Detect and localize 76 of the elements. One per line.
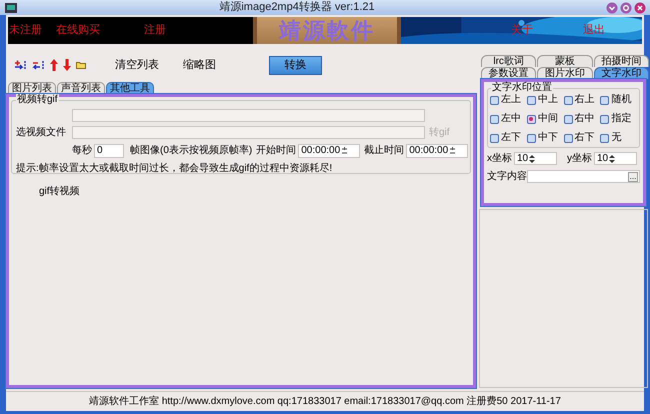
convert-button[interactable]: 转换: [269, 56, 322, 74]
tab[interactable]: 文字水印: [594, 67, 649, 79]
tab[interactable]: 其他工具: [106, 82, 154, 94]
window-title: 靖源image2mp4转换器 ver:1.21: [218, 0, 376, 15]
radio-button[interactable]: [490, 114, 499, 124]
radio-button[interactable]: [490, 96, 499, 104]
radio-button[interactable]: [526, 114, 536, 124]
banner-link[interactable]: 在线购买: [56, 22, 100, 39]
radio-label: 左下: [501, 132, 521, 144]
field-label: x坐标: [487, 152, 512, 166]
add-icon[interactable]: [14, 59, 27, 71]
down-arrow-icon[interactable]: [63, 59, 71, 71]
radio-label: 中间: [538, 113, 558, 125]
radio-button[interactable]: [600, 134, 610, 142]
maximize-button[interactable]: [620, 2, 632, 14]
group-title: 视频转gif: [16, 94, 59, 106]
tab[interactable]: lrc歌词: [481, 55, 536, 67]
radio-label: 左上: [501, 94, 521, 106]
up-arrow-icon[interactable]: [50, 59, 58, 71]
fps-field[interactable]: 0: [94, 144, 124, 158]
browse-button[interactable]: ...: [628, 172, 638, 182]
radio-label: 右中: [574, 113, 594, 125]
toolbar-button[interactable]: 缩略图: [179, 56, 220, 74]
radio-button[interactable]: [600, 96, 610, 104]
folder-icon[interactable]: [76, 61, 86, 69]
field-label: 每秒: [72, 144, 92, 158]
tab[interactable]: 图片列表: [8, 82, 56, 94]
field-label: 选视频文件: [16, 126, 67, 140]
radio-button[interactable]: [526, 96, 536, 104]
radio-label: 中下: [538, 132, 558, 144]
radio-label: 左中: [501, 113, 521, 125]
file-field[interactable]: [72, 126, 425, 139]
radio-label: 无: [611, 132, 622, 144]
close-button[interactable]: [634, 2, 646, 14]
number-field[interactable]: 10: [594, 152, 637, 165]
hint-text: 提示:帧率设置太大或截取时间过长，都会导致生成gif的过程中资源耗尽!: [16, 162, 334, 176]
spinner-icon[interactable]: [608, 154, 616, 164]
radio-label: 指定: [611, 113, 632, 125]
tab[interactable]: 拍摄时间: [594, 55, 649, 67]
tab[interactable]: 蒙板: [537, 55, 593, 67]
radio-button[interactable]: [490, 134, 499, 142]
section-label: gif转视频: [39, 184, 80, 199]
logo: 靖源軟件: [253, 17, 401, 44]
field-label: 文字内容: [487, 170, 527, 184]
radio-button[interactable]: [564, 134, 572, 142]
radio-button[interactable]: [600, 114, 610, 124]
spinner-icon[interactable]: [528, 154, 536, 164]
time-field[interactable]: 00:00:00: [406, 144, 468, 158]
toolbar-button[interactable]: 清空列表: [111, 56, 163, 74]
app-icon: [4, 2, 18, 14]
field-label: y坐标: [567, 152, 592, 166]
text-field[interactable]: ...: [527, 170, 640, 183]
radio-label: 右下: [574, 132, 594, 144]
radio-label: 随机: [611, 94, 632, 106]
radio-button[interactable]: [564, 114, 572, 124]
input-field[interactable]: [72, 109, 425, 122]
tab[interactable]: 图片水印: [537, 67, 593, 79]
time-field[interactable]: 00:00:00: [298, 144, 360, 158]
banner-link[interactable]: 注册: [144, 22, 166, 39]
status-bar: 靖源软件工作室 http://www.dxmylove.com qq:171833017 email:171833017@qq.com 注册费50 2017-11-17: [6, 391, 644, 411]
field-label: 帧图像(0表示按视频原帧率): [130, 144, 252, 158]
radio-button[interactable]: [526, 134, 536, 142]
spinner-icon[interactable]: [340, 146, 350, 156]
radio-label: 右上: [574, 94, 594, 106]
number-field[interactable]: 10: [514, 152, 557, 165]
spinner-icon[interactable]: [448, 146, 458, 156]
field-label: 截止时间: [364, 144, 404, 158]
radio-label: 中上: [538, 94, 558, 106]
tab[interactable]: 声音列表: [57, 82, 105, 94]
field-label: 开始时间: [256, 144, 296, 158]
remove-icon[interactable]: [32, 59, 45, 71]
group-title: 文字水印位置: [491, 82, 553, 94]
minimize-button[interactable]: [606, 2, 618, 14]
tab[interactable]: 参数设置: [481, 67, 536, 79]
radio-button[interactable]: [564, 96, 572, 104]
registration-status: 未注册: [9, 22, 42, 38]
